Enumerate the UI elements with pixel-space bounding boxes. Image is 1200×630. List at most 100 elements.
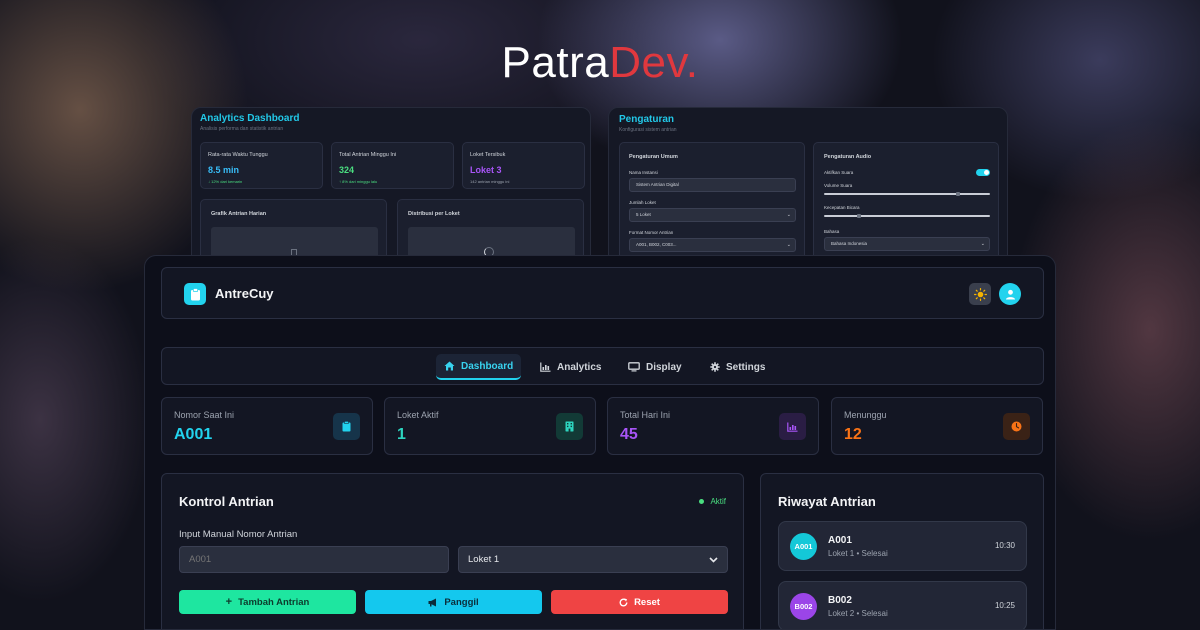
stat-label: Total Hari Ini [620, 410, 671, 420]
brand-part-1: Patra [501, 38, 610, 87]
queue-number-input[interactable] [179, 546, 449, 573]
chart-icon [540, 362, 551, 372]
chart-icon [779, 413, 806, 440]
building-icon [556, 413, 583, 440]
tab-settings[interactable]: Settings [702, 354, 773, 380]
analytics-card-label: Loket Tersibuk [470, 152, 506, 158]
stat-card-active-counter: Loket Aktif 1 [384, 397, 596, 455]
user-icon [1005, 289, 1015, 299]
stat-value: 12 [844, 426, 862, 443]
monitor-icon [628, 362, 640, 372]
analytics-card: Rata-rata Waktu Tunggu 8.5 min ↓ 12% dar… [200, 142, 323, 189]
format-label: Format Nomor Antrian [629, 230, 674, 235]
history-item[interactable]: B002 B002 Loket 2 • Selesai 10:25 [778, 581, 1027, 629]
analytics-panel: Analytics Dashboard Analisis performa da… [191, 107, 591, 267]
speed-label: Kecepatan Bicara [824, 205, 860, 210]
language-value: Bahasa Indonesia [831, 241, 868, 246]
sun-icon [973, 287, 987, 301]
analytics-card: Total Antrian Minggu Ini 324 ↑ 8% dari m… [331, 142, 454, 189]
button-label: Tambah Antrian [238, 596, 310, 608]
instansi-field[interactable]: Sistem Antrian Digital [629, 178, 796, 192]
language-label: Bahasa [824, 229, 840, 234]
sound-toggle-label: Aktifkan Suara [824, 170, 854, 175]
chart-title: Grafik Antrian Harian [211, 211, 267, 217]
app-name: AntreCuy [215, 286, 274, 301]
analytics-subtitle: Analisis performa dan statistik antrian [200, 126, 284, 132]
analytics-card-note: 142 antrian minggu ini [470, 179, 510, 184]
stat-label: Menunggu [844, 410, 887, 420]
history-code: A001 [828, 535, 852, 546]
stat-card-total-today: Total Hari Ini 45 [607, 397, 819, 455]
history-time: 10:30 [994, 541, 1015, 550]
call-button[interactable]: Panggil [365, 590, 542, 614]
brand-logo: PatraDev. [0, 38, 1200, 88]
button-label: Reset [634, 596, 660, 608]
history-item[interactable]: A001 A001 Loket 1 • Selesai 10:30 [778, 521, 1027, 571]
history-detail: Loket 2 • Selesai [828, 609, 888, 618]
reset-button[interactable]: Reset [551, 590, 728, 614]
toggle-knob [984, 170, 989, 175]
format-select[interactable]: A001, B002, C003... ⌄ [629, 238, 796, 252]
theme-toggle-button[interactable] [969, 283, 991, 305]
tab-label: Dashboard [461, 360, 514, 372]
history-code: B002 [828, 595, 852, 606]
clipboard-icon [333, 413, 360, 440]
counter-select-value: Loket 1 [468, 554, 500, 565]
analytics-card-value: 8.5 min [208, 165, 240, 175]
analytics-card-label: Total Antrian Minggu Ini [339, 152, 397, 158]
speed-slider[interactable] [824, 214, 990, 218]
tab-dashboard[interactable]: Dashboard [436, 354, 522, 380]
audio-settings-card: Pengaturan Audio Aktifkan Suara Volume S… [813, 142, 999, 266]
general-settings-title: Pengaturan Umum [629, 154, 678, 160]
analytics-card-value: 324 [339, 165, 355, 175]
sound-toggle[interactable] [976, 169, 990, 176]
tab-label: Settings [726, 361, 766, 373]
language-select[interactable]: Bahasa Indonesia ⌄ [824, 237, 990, 251]
stat-card-waiting: Menunggu 12 [831, 397, 1043, 455]
home-icon [444, 361, 455, 371]
section-title: Riwayat Antrian [778, 494, 876, 509]
status-badge: Aktif [699, 497, 726, 506]
instansi-value: Sistem Antrian Digital [636, 182, 679, 187]
stat-value: 1 [397, 426, 406, 443]
format-value: A001, B002, C003... [636, 242, 677, 247]
tab-analytics[interactable]: Analytics [532, 354, 609, 380]
brand-part-2: Dev. [609, 38, 699, 87]
status-dot [699, 499, 705, 504]
settings-title: Pengaturan [619, 114, 675, 125]
analytics-card: Loket Tersibuk Loket 3 142 antrian mingg… [462, 142, 585, 189]
audio-settings-title: Pengaturan Audio [824, 154, 872, 160]
stat-label: Nomor Saat Ini [174, 410, 235, 420]
volume-label: Volume Suara [824, 183, 853, 188]
chevron-down-icon: ⌄ [980, 241, 985, 247]
queue-history-panel: Riwayat Antrian A001 A001 Loket 1 • Sele… [760, 473, 1044, 629]
section-title: Kontrol Antrian [179, 494, 274, 509]
stat-label: Loket Aktif [397, 410, 439, 420]
loket-count-select[interactable]: 5 Loket ⌄ [629, 208, 796, 222]
refresh-icon [619, 597, 628, 606]
manual-input-label: Input Manual Nomor Antrian [179, 529, 298, 540]
chevron-down-icon: ⌄ [786, 242, 791, 248]
app-header: AntreCuy [161, 267, 1044, 319]
stat-value: A001 [174, 426, 213, 443]
tab-display[interactable]: Display [620, 354, 690, 380]
app-window: AntreCuy Dashboard Analytics Display Set… [144, 255, 1056, 630]
user-avatar-button[interactable] [999, 283, 1021, 305]
gear-icon [710, 362, 720, 372]
queue-control-panel: Kontrol Antrian Aktif Input Manual Nomor… [161, 473, 744, 629]
slider-handle[interactable] [956, 192, 960, 196]
volume-slider[interactable] [824, 192, 990, 196]
tab-label: Analytics [557, 361, 602, 373]
chart-title: Distribusi per Loket [408, 211, 460, 217]
analytics-card-note: ↑ 8% dari minggu lalu [339, 179, 378, 184]
counter-select[interactable]: Loket 1 [458, 546, 728, 573]
slider-handle[interactable] [857, 214, 861, 218]
clipboard-icon [190, 287, 200, 300]
chevron-down-icon [709, 556, 718, 563]
loket-count-label: Jumlah Loket [629, 200, 656, 205]
add-queue-button[interactable]: + Tambah Antrian [179, 590, 356, 614]
button-label: Panggil [444, 596, 479, 608]
settings-subtitle: Konfigurasi sistem antrian [619, 127, 677, 133]
history-badge: B002 [790, 593, 817, 620]
stat-card-current-number: Nomor Saat Ini A001 [161, 397, 373, 455]
